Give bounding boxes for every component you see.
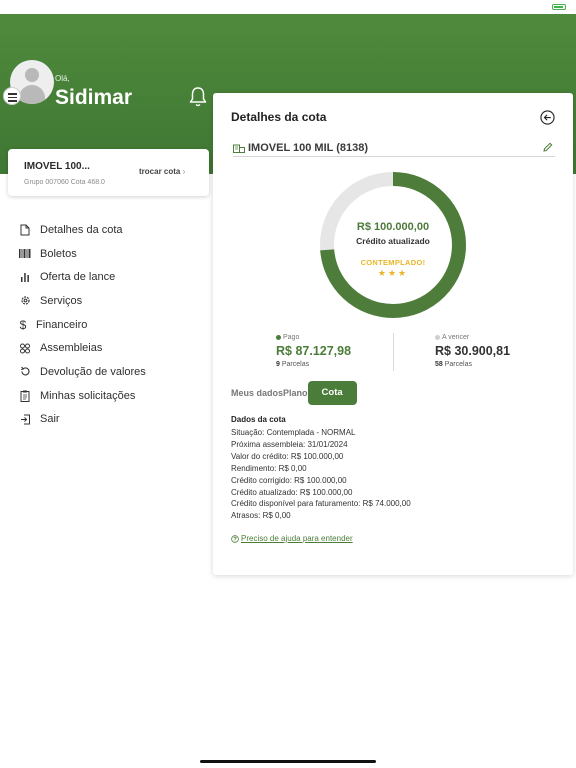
menu-item-servicos[interactable]: Serviços: [18, 289, 208, 313]
menu-item-assembleias[interactable]: Assembleias: [18, 336, 208, 360]
menu-item-label: Sair: [40, 413, 60, 426]
avatar-head: [25, 68, 39, 82]
detail-line: Próxima assembleia: 31/01/2024: [231, 439, 348, 449]
asset-row: IMOVEL 100 MIL (8138): [233, 141, 555, 157]
building-icon: [233, 144, 245, 153]
menu-item-devolucao-de-valores[interactable]: Devolução de valores: [18, 360, 208, 384]
due-count: 58: [435, 361, 443, 368]
tab-plano[interactable]: Plano: [283, 388, 308, 398]
paid-count-label: Parcelas: [281, 361, 310, 368]
side-menu: Detalhes da cota Boletos Oferta de lance…: [18, 218, 208, 431]
status-bar: [0, 0, 576, 14]
avatar-body: [19, 85, 45, 104]
dollar-icon: $: [19, 317, 27, 332]
due-count-label: Parcelas: [444, 361, 472, 368]
menu-item-label: Devolução de valores: [40, 365, 146, 378]
tab-cota[interactable]: Cota: [307, 381, 357, 405]
menu-item-financeiro[interactable]: $ Financeiro: [18, 313, 208, 337]
due-label: A vencer: [442, 334, 470, 341]
bar-chart-icon: [18, 270, 32, 284]
detail-line: Crédito corrigido: R$ 100.000,00: [231, 475, 347, 485]
credit-value: R$ 100.000,00: [356, 221, 430, 233]
user-name: Sidimar: [55, 86, 133, 109]
hamburger-menu-button[interactable]: [3, 87, 21, 105]
detail-line: Rendimento: R$ 0,00: [231, 463, 307, 473]
details-title: Dados da cota: [231, 415, 286, 424]
edit-pencil-icon[interactable]: [543, 142, 553, 152]
clipboard-icon: [18, 389, 32, 403]
switch-quota-label: trocar cota: [139, 167, 181, 176]
menu-item-label: Financeiro: [36, 318, 88, 331]
detail-line: Atrasos: R$ 0,00: [231, 511, 291, 521]
help-link-text: Preciso de ajuda para entender: [241, 534, 353, 543]
barcode-icon: [18, 247, 32, 261]
menu-item-label: Assembleias: [40, 342, 103, 355]
gear-icon: [18, 294, 32, 308]
due-value: R$ 30.900,81: [435, 344, 511, 358]
paid-stat: Pago R$ 87.127,98 9 Parcelas: [276, 334, 351, 368]
group-icon: [18, 341, 32, 355]
quota-details: Dados da cota Situação: Contemplada - NO…: [231, 415, 411, 522]
help-link[interactable]: Preciso de ajuda para entender: [231, 534, 353, 543]
switch-quota-button[interactable]: trocar cota ›: [139, 167, 185, 176]
detail-tabs: Meus dados Plano Cota: [231, 381, 357, 405]
detail-line: Crédito atualizado: R$ 100.000,00: [231, 487, 353, 497]
paid-count: 9: [276, 361, 280, 368]
contemplated-status: CONTEMPLADO!: [360, 258, 426, 267]
detail-line: Crédito disponível para faturamento: R$ …: [231, 499, 411, 509]
menu-item-minhas-solicitacoes[interactable]: Minhas solicitações: [18, 384, 208, 408]
tab-meus-dados[interactable]: Meus dados: [231, 388, 283, 398]
menu-item-label: Minhas solicitações: [40, 389, 136, 402]
asset-name: IMOVEL 100 MIL (8138): [248, 142, 369, 154]
menu-item-label: Oferta de lance: [40, 271, 116, 284]
home-indicator[interactable]: [200, 760, 376, 763]
greeting-text: Olá,: [55, 74, 70, 83]
menu-item-label: Serviços: [40, 294, 83, 307]
credit-label: Crédito atualizado: [356, 236, 430, 246]
menu-item-sair[interactable]: Sair: [18, 408, 208, 432]
menu-item-boletos[interactable]: Boletos: [18, 242, 208, 266]
back-arrow-icon[interactable]: [540, 110, 555, 125]
quota-name: IMOVEL 100...: [24, 161, 90, 172]
detail-line: Situação: Contemplada - NORMAL: [231, 428, 356, 437]
battery-icon: [552, 4, 566, 10]
refresh-icon: [18, 365, 32, 379]
menu-item-detalhes-da-cota[interactable]: Detalhes da cota: [18, 218, 208, 242]
chevron-right-icon: ›: [182, 167, 186, 176]
panel-title: Detalhes da cota: [231, 110, 327, 124]
menu-item-oferta-de-lance[interactable]: Oferta de lance: [18, 265, 208, 289]
paid-label: Pago: [283, 334, 300, 341]
document-icon: [18, 223, 32, 237]
help-circle-icon: [231, 534, 239, 543]
stat-divider: [393, 333, 394, 371]
quota-details-panel: Detalhes da cota IMOVEL 100 MIL (8138) R…: [213, 93, 573, 575]
menu-item-label: Detalhes da cota: [40, 223, 123, 236]
paid-dot-icon: [276, 335, 281, 340]
stars-icon: ★★★: [377, 268, 409, 278]
logout-icon: [18, 412, 32, 426]
due-dot-icon: [435, 335, 440, 340]
donut-center: R$ 100.000,00 Crédito atualizado CONTEMP…: [318, 170, 468, 320]
bell-icon[interactable]: [188, 86, 208, 108]
detail-line: Valor do crédito: R$ 100.000,00: [231, 451, 344, 461]
quota-card[interactable]: IMOVEL 100... Grupo 007060 Cota 468.0 tr…: [8, 149, 209, 196]
menu-item-label: Boletos: [40, 247, 77, 260]
due-stat: A vencer R$ 30.900,81 58 Parcelas: [435, 334, 510, 368]
quota-group: Grupo 007060 Cota 468.0: [24, 179, 105, 186]
paid-value: R$ 87.127,98: [276, 344, 352, 358]
